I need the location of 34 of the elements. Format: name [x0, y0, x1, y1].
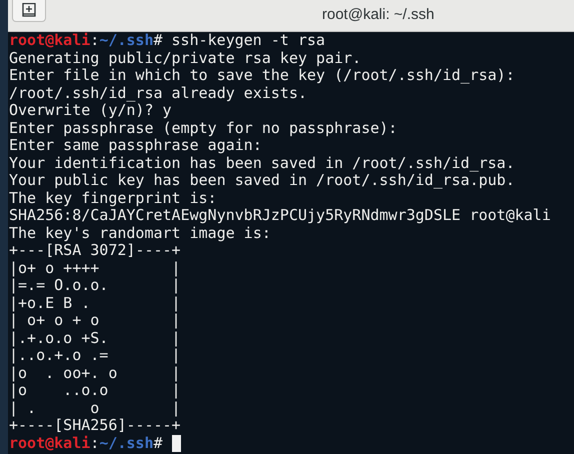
output-line: |o . oo+. o |: [9, 364, 181, 382]
output-line: SHA256:8/CaJAYCretAEwgNynvbRJzPCUjy5RyRNdmwr3gDSLE root@kali: [9, 207, 551, 224]
output-line: Overwrite (y/n)? y: [9, 102, 172, 120]
new-tab-button[interactable]: [12, 0, 46, 22]
prompt-path: ~/.ssh: [99, 434, 154, 452]
output-line: |.+.o.o +S. |: [9, 330, 181, 347]
prompt-host: root@kali: [9, 32, 90, 50]
prompt-path: ~/.ssh: [99, 32, 154, 50]
output-line: Your public key has been saved in /root/.ssh/id_rsa.pub.: [9, 172, 515, 190]
output-line: The key's randomart image is:: [9, 224, 271, 242]
prompt-separator: :: [90, 434, 100, 452]
output-line: | . o |: [9, 400, 181, 417]
prompt-host: root@kali: [9, 434, 90, 452]
prompt-separator: :: [90, 32, 100, 50]
output-line: Generating public/private rsa key pair.: [9, 50, 362, 67]
output-line: /root/.ssh/id_rsa already exists.: [9, 84, 308, 102]
window-title: root@kali: ~/.ssh: [322, 5, 434, 25]
output-line: |=.= O.o.o. |: [9, 277, 181, 294]
output-line: +---[RSA 3072]----+: [9, 242, 181, 260]
output-line: | o+ o + o |: [9, 312, 181, 330]
output-line: The key fingerprint is:: [9, 190, 217, 207]
output-line: Enter file in which to save the key (/root/.ssh/id_rsa):: [9, 67, 515, 84]
output-line: |..o.+.o .= |: [9, 347, 181, 364]
prompt-symbol: #: [154, 434, 163, 452]
command-text: ssh-keygen -t rsa: [172, 32, 326, 50]
output-line: |o+ o ++++ |: [9, 260, 181, 277]
output-line: |+o.E B . |: [9, 294, 181, 312]
prompt-symbol: #: [154, 32, 163, 50]
output-line: Your identification has been saved in /root/.ssh/id_rsa.: [9, 154, 515, 172]
output-line: |o ..o.o |: [9, 382, 181, 400]
output-line: Enter passphrase (empty for no passphrase):: [9, 120, 398, 137]
output-line: Enter same passphrase again:: [9, 137, 262, 154]
output-line: +----[SHA256]-----+: [9, 417, 181, 434]
new-tab-icon: [22, 2, 36, 16]
